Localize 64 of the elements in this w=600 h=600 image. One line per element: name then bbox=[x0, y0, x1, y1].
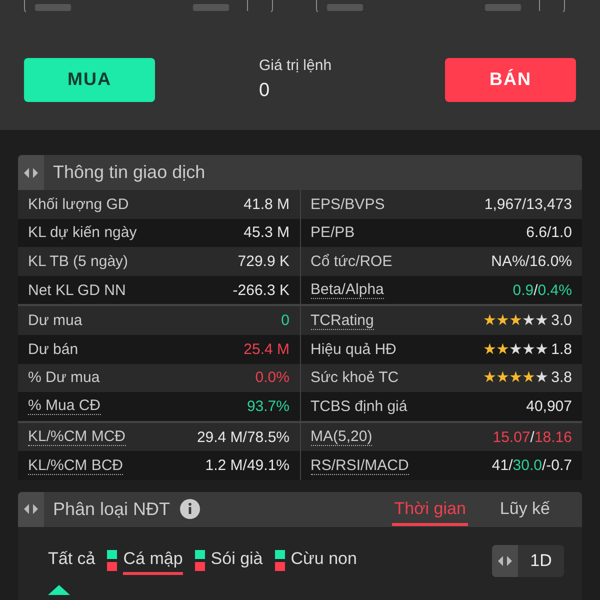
metric-label[interactable]: KL/%CM MCĐ bbox=[28, 428, 126, 446]
metric-label[interactable]: MA(5,20) bbox=[310, 428, 372, 446]
metric-label: TCBS định giá bbox=[310, 398, 408, 415]
star-rating: ★★★★★ bbox=[483, 313, 548, 328]
metric-value: 0 bbox=[281, 312, 290, 330]
metric-value: 29.4 M/78.5% bbox=[196, 428, 290, 446]
metric-label: Dư mua bbox=[28, 312, 82, 330]
metric-label: Net KL GD NN bbox=[28, 282, 126, 299]
metric-label: KL dự kiến ngày bbox=[28, 224, 137, 242]
metric-value: 729.9 K bbox=[238, 252, 290, 270]
filter-tab[interactable]: Tất cả bbox=[48, 549, 96, 576]
metric-label: % Dư mua bbox=[28, 369, 100, 386]
left-right-arrows-icon bbox=[24, 504, 38, 514]
metric-label[interactable]: % Mua CĐ bbox=[28, 397, 101, 416]
left-right-arrows-icon bbox=[24, 168, 38, 178]
metric-value: 0.0% bbox=[255, 369, 290, 386]
star-rating: ★★★★★ bbox=[483, 370, 548, 386]
metric-value: 0.9/0.4% bbox=[512, 282, 572, 299]
metric-label: Khối lượng GD bbox=[28, 196, 129, 213]
info-icon[interactable] bbox=[180, 499, 200, 520]
tab[interactable]: Lũy kế bbox=[498, 499, 552, 526]
metric-value: 45.3 M bbox=[244, 224, 290, 242]
metric-label: Cổ tức/ROE bbox=[310, 252, 392, 270]
collapse-toggle[interactable] bbox=[18, 492, 44, 527]
metric-value: 1,967/13,473 bbox=[484, 196, 572, 213]
triangle-icon bbox=[48, 584, 70, 595]
metric-label[interactable]: KL/%CM BCĐ bbox=[28, 456, 124, 475]
metric-label: Sức khoẻ TC bbox=[310, 369, 399, 386]
order-value: 0 bbox=[259, 80, 271, 102]
metric-label: EPS/BVPS bbox=[310, 196, 385, 213]
panel-title: Phân loại NĐT bbox=[53, 498, 170, 520]
filter-tab[interactable]: Cá mập bbox=[123, 549, 183, 576]
metric-value: 3.8 bbox=[551, 369, 572, 386]
metric-label: KL TB (5 ngày) bbox=[28, 252, 128, 270]
period-select[interactable]: 1D bbox=[492, 544, 564, 577]
metric-value: 3.0 bbox=[551, 312, 572, 330]
metric-label: Dư bán bbox=[28, 340, 78, 358]
metric-value: 6.6/1.0 bbox=[526, 224, 572, 242]
metric-value: 41/30.0/-0.7 bbox=[492, 457, 572, 474]
legend-icon bbox=[194, 550, 205, 572]
metric-value: 41.8 M bbox=[244, 196, 290, 213]
metric-label[interactable]: Beta/Alpha bbox=[310, 281, 384, 300]
metric-value: -266.3 K bbox=[232, 282, 290, 299]
metric-label[interactable]: TCRating bbox=[310, 312, 374, 330]
metric-value: 1.2 M/49.1% bbox=[205, 457, 290, 474]
metric-value: NA%/16.0% bbox=[491, 252, 572, 270]
metric-value: 15.07/18.16 bbox=[492, 428, 572, 446]
metric-label: Hiệu quả HĐ bbox=[310, 340, 396, 358]
panel-title: Thông tin giao dịch bbox=[53, 162, 206, 183]
metric-label[interactable]: RS/RSI/MACD bbox=[310, 456, 409, 475]
star-rating: ★★★★★ bbox=[483, 342, 548, 357]
metric-label: PE/PB bbox=[310, 224, 355, 242]
buy-button[interactable]: MUA bbox=[24, 58, 155, 102]
metric-value: 25.4 M bbox=[244, 340, 290, 358]
legend-icon bbox=[107, 550, 118, 572]
filter-tab[interactable]: Sói già bbox=[210, 549, 263, 576]
metric-value: 40,907 bbox=[526, 398, 572, 415]
metric-value: 1.8 bbox=[551, 340, 572, 358]
legend-icon bbox=[274, 550, 285, 572]
filter-tab[interactable]: Cừu non bbox=[290, 549, 357, 576]
order-value-label: Giá trị lệnh bbox=[259, 57, 333, 74]
left-right-arrows-icon bbox=[498, 556, 512, 566]
metric-value: 93.7% bbox=[246, 398, 290, 415]
collapse-toggle[interactable] bbox=[18, 155, 44, 190]
